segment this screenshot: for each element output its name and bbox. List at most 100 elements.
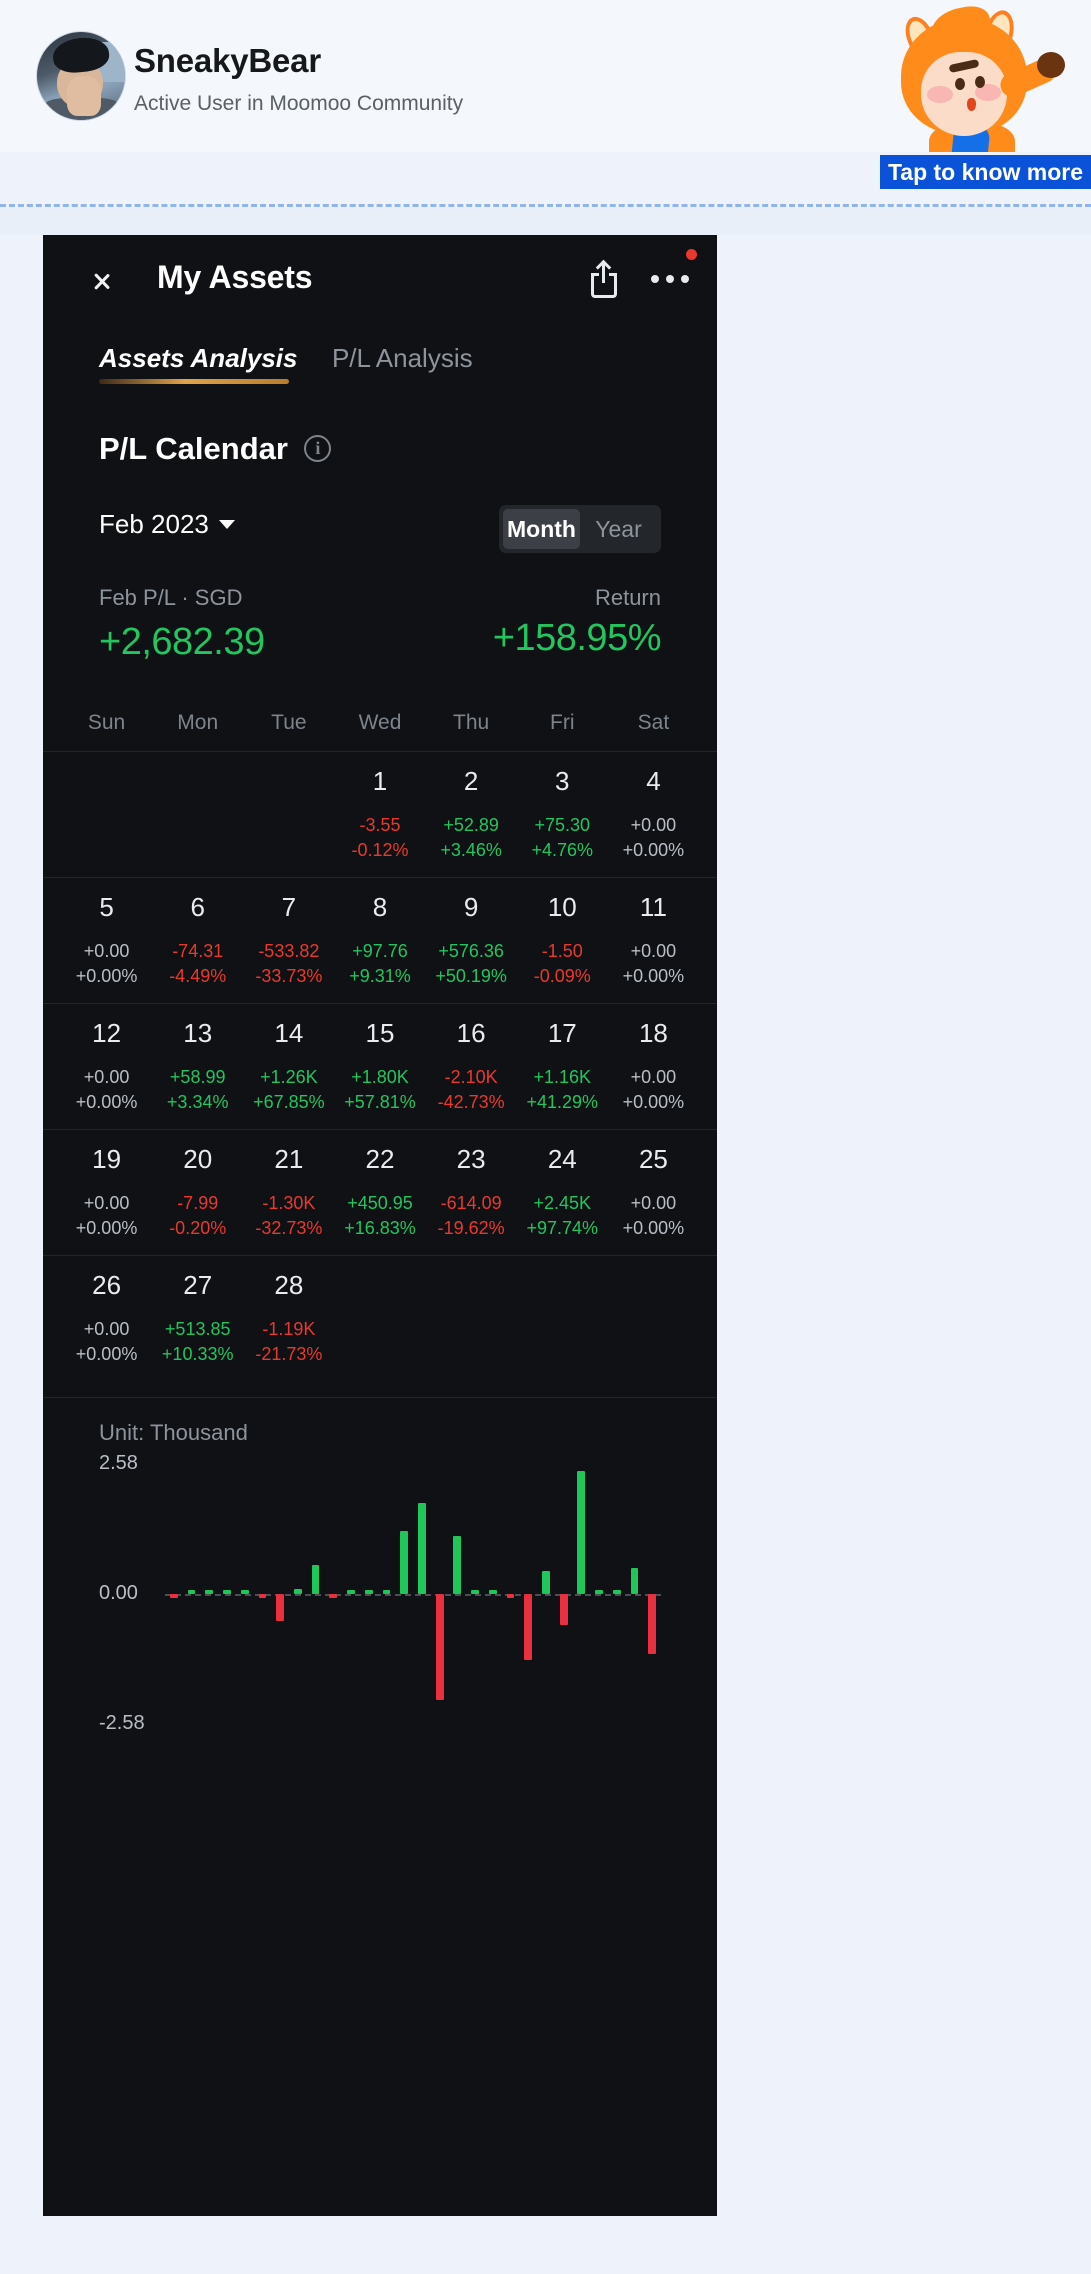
calendar-day-number: 11 — [608, 892, 699, 923]
calendar-day-cell[interactable]: 24+2.45K+97.74% — [517, 1130, 608, 1255]
calendar-day-percent: +0.00% — [61, 966, 152, 987]
calendar-day-percent: +3.34% — [152, 1092, 243, 1113]
calendar-day-number: 8 — [334, 892, 425, 923]
calendar-day-cell[interactable]: 7-533.82-33.73% — [243, 878, 334, 1003]
calendar-day-percent: -4.49% — [152, 966, 243, 987]
calendar-day-percent: +0.00% — [608, 1092, 699, 1113]
app-navbar: My Assets — [43, 235, 717, 327]
range-option-month[interactable]: Month — [503, 509, 580, 549]
calendar-day-number: 24 — [517, 1144, 608, 1175]
calendar-day-cell[interactable]: 20-7.99-0.20% — [152, 1130, 243, 1255]
return-value: +158.95% — [493, 617, 661, 660]
chart-bar-day-2 — [188, 1590, 196, 1594]
tap-to-know-more-button[interactable]: Tap to know more — [880, 155, 1091, 189]
chart-bar-day-27 — [631, 1568, 639, 1594]
calendar-day-amount: +0.00 — [608, 941, 699, 962]
calendar-day-percent: -42.73% — [426, 1092, 517, 1113]
tab-pl-analysis[interactable]: P/L Analysis — [332, 343, 473, 374]
chart-bar-slot — [307, 1464, 325, 1730]
calendar-day-cell[interactable]: 5+0.00+0.00% — [61, 878, 152, 1003]
avatar — [36, 31, 126, 121]
calendar-empty-cell — [334, 1256, 425, 1381]
chart-bar-slot — [413, 1464, 431, 1730]
chart-bar-slot — [218, 1464, 236, 1730]
calendar-day-cell[interactable]: 22+450.95+16.83% — [334, 1130, 425, 1255]
calendar-day-cell[interactable]: 19+0.00+0.00% — [61, 1130, 152, 1255]
calendar-day-number: 22 — [334, 1144, 425, 1175]
chevron-down-icon[interactable] — [219, 520, 235, 529]
calendar-day-number: 4 — [608, 766, 699, 797]
calendar-empty-cell — [61, 752, 152, 877]
calendar-day-cell[interactable]: 13+58.99+3.34% — [152, 1004, 243, 1129]
calendar-day-percent: +57.81% — [334, 1092, 425, 1113]
calendar-controls: Feb 2023 Month Year — [99, 509, 661, 561]
chart-bar-slot — [254, 1464, 272, 1730]
calendar-day-cell[interactable]: 26+0.00+0.00% — [61, 1256, 152, 1381]
calendar-day-amount: +97.76 — [334, 941, 425, 962]
calendar-day-percent: +10.33% — [152, 1344, 243, 1365]
chart-bar-slot — [183, 1464, 201, 1730]
more-horizontal-icon[interactable] — [651, 275, 693, 289]
chart-bar-day-19 — [489, 1590, 497, 1594]
calendar-day-cell[interactable]: 27+513.85+10.33% — [152, 1256, 243, 1381]
calendar-day-cell[interactable]: 23-614.09-19.62% — [426, 1130, 517, 1255]
calendar-day-cell[interactable]: 15+1.80K+57.81% — [334, 1004, 425, 1129]
calendar-day-cell[interactable]: 2+52.89+3.46% — [426, 752, 517, 877]
calendar-day-number: 28 — [243, 1270, 334, 1301]
chart-bar-slot — [626, 1464, 644, 1730]
calendar-day-cell[interactable]: 25+0.00+0.00% — [608, 1130, 699, 1255]
calendar-week-row: 19+0.00+0.00%20-7.99-0.20%21-1.30K-32.73… — [43, 1129, 717, 1255]
chart-bar-day-10 — [329, 1594, 337, 1598]
tab-assets-analysis[interactable]: Assets Analysis — [99, 343, 297, 374]
chart-bar-slot — [573, 1464, 591, 1730]
calendar-day-cell[interactable]: 8+97.76+9.31% — [334, 878, 425, 1003]
weekday-header-tue: Tue — [243, 703, 334, 751]
calendar-day-cell[interactable]: 16-2.10K-42.73% — [426, 1004, 517, 1129]
month-picker[interactable]: Feb 2023 — [99, 509, 209, 540]
calendar-day-number: 5 — [61, 892, 152, 923]
calendar-day-percent: +0.00% — [608, 1218, 699, 1239]
chart-bar-slot — [324, 1464, 342, 1730]
range-option-year[interactable]: Year — [580, 509, 657, 549]
pl-calendar-grid: SunMonTueWedThuFriSat 1-3.55-0.12%2+52.8… — [43, 703, 717, 1381]
calendar-day-number: 25 — [608, 1144, 699, 1175]
chart-bar-day-12 — [365, 1590, 373, 1594]
chart-bar-day-13 — [383, 1590, 391, 1594]
calendar-day-cell[interactable]: 28-1.19K-21.73% — [243, 1256, 334, 1381]
calendar-day-cell[interactable]: 3+75.30+4.76% — [517, 752, 608, 877]
calendar-day-amount: +58.99 — [152, 1067, 243, 1088]
calendar-day-amount: -74.31 — [152, 941, 243, 962]
calendar-day-cell[interactable]: 12+0.00+0.00% — [61, 1004, 152, 1129]
calendar-day-cell[interactable]: 14+1.26K+67.85% — [243, 1004, 334, 1129]
calendar-day-cell[interactable]: 10-1.50-0.09% — [517, 878, 608, 1003]
range-segmented-control: Month Year — [499, 505, 661, 553]
chart-bar-slot — [643, 1464, 661, 1730]
calendar-day-cell[interactable]: 18+0.00+0.00% — [608, 1004, 699, 1129]
calendar-empty-cell — [426, 1256, 517, 1381]
y-axis-tick-bottom: -2.58 — [99, 1712, 145, 1735]
calendar-empty-cell — [152, 752, 243, 877]
chevron-left-icon[interactable] — [101, 261, 127, 301]
chart-plot-area: 2.58 0.00 -2.58 — [99, 1464, 661, 1714]
calendar-day-cell[interactable]: 4+0.00+0.00% — [608, 752, 699, 877]
analysis-tabs: Assets Analysis P/L Analysis — [43, 327, 717, 395]
calendar-day-number: 18 — [608, 1018, 699, 1049]
calendar-day-cell[interactable]: 21-1.30K-32.73% — [243, 1130, 334, 1255]
calendar-day-cell[interactable]: 9+576.36+50.19% — [426, 878, 517, 1003]
calendar-day-cell[interactable]: 1-3.55-0.12% — [334, 752, 425, 877]
calendar-week-row: 12+0.00+0.00%13+58.99+3.34%14+1.26K+67.8… — [43, 1003, 717, 1129]
chart-bar-day-24 — [577, 1471, 585, 1594]
share-external-icon[interactable] — [591, 265, 625, 299]
pl-summary: Feb P/L · SGD +2,682.39 Return +158.95% — [99, 585, 661, 681]
chart-bar-day-25 — [595, 1590, 603, 1594]
weekday-header-row: SunMonTueWedThuFriSat — [43, 703, 717, 751]
info-circle-icon[interactable]: i — [304, 435, 331, 462]
calendar-day-cell[interactable]: 6-74.31-4.49% — [152, 878, 243, 1003]
moomoo-bull-mascot-icon — [871, 0, 1061, 152]
calendar-day-cell[interactable]: 11+0.00+0.00% — [608, 878, 699, 1003]
weekday-header-fri: Fri — [517, 703, 608, 751]
calendar-day-amount: -3.55 — [334, 815, 425, 836]
calendar-day-amount: +75.30 — [517, 815, 608, 836]
calendar-day-cell[interactable]: 17+1.16K+41.29% — [517, 1004, 608, 1129]
calendar-day-amount: +0.00 — [61, 1067, 152, 1088]
